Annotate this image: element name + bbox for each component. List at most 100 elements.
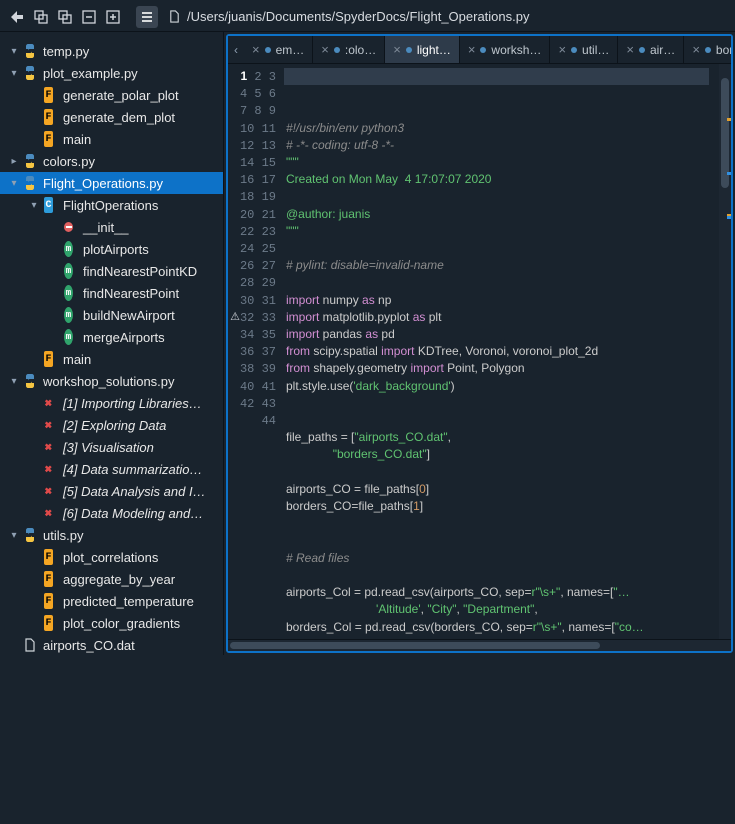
close-icon[interactable]: × — [321, 42, 329, 57]
tab-dot-icon — [264, 46, 272, 54]
hscroll-thumb[interactable] — [230, 642, 600, 649]
collapse-tree-button[interactable] — [78, 6, 100, 28]
init-icon — [62, 219, 78, 235]
tab-dot-icon — [333, 46, 341, 54]
tab[interactable]: ×bor… — [684, 36, 731, 63]
back-button[interactable] — [6, 6, 28, 28]
outline-node[interactable]: ✖[1] Importing Libraries… — [0, 392, 223, 414]
outline-node[interactable]: Fgenerate_dem_plot — [0, 106, 223, 128]
outline-node[interactable]: ▾plot_example.py — [0, 62, 223, 84]
tab[interactable]: × util… — [550, 36, 618, 63]
outline-node[interactable]: mbuildNewAirport — [0, 304, 223, 326]
close-icon[interactable]: × — [393, 42, 401, 57]
outline-node[interactable]: ▾CFlightOperations — [0, 194, 223, 216]
outline-node[interactable]: airports_CO.dat — [0, 634, 223, 655]
dat-icon — [22, 637, 38, 653]
file-path: /Users/juanis/Documents/SpyderDocs/Fligh… — [160, 9, 729, 24]
outline-node[interactable]: ✖[2] Exploring Data — [0, 414, 223, 436]
cell-icon: ✖ — [42, 461, 58, 477]
tab-label: worksh… — [491, 43, 541, 57]
editor-pane: ‹ ×em…×:olo…×light…×worksh…×util…×air…×b… — [226, 34, 733, 653]
outline-node[interactable]: ▸colors.py — [0, 150, 223, 172]
outline-label: temp.py — [43, 44, 89, 59]
meth-icon: m — [62, 241, 78, 257]
outline-node[interactable]: ✖ [4] Data summarizatio… — [0, 458, 223, 480]
options-menu-button[interactable] — [136, 6, 158, 28]
outline-label: [4] Data summarizatio… — [63, 462, 202, 477]
code-editor[interactable]: #!/usr/bin/env python3 # -*- coding: utf… — [284, 64, 719, 639]
file-icon — [168, 10, 181, 23]
cell-icon: ✖ — [42, 505, 58, 521]
outline-node[interactable]: Fmain — [0, 348, 223, 370]
fn-icon: F — [42, 131, 58, 147]
outline-label: [6] Data Modeling and… — [63, 506, 203, 521]
toolbar: /Users/juanis/Documents/SpyderDocs/Fligh… — [0, 0, 735, 32]
meth-icon: m — [62, 329, 78, 345]
outline-label: predicted_temperature — [63, 594, 194, 609]
outline-node[interactable]: ▾workshop_solutions.py — [0, 370, 223, 392]
outline-node[interactable]: ✖[5] Data Analysis and I… — [0, 480, 223, 502]
meth-icon: m — [62, 307, 78, 323]
tab-dot-icon — [638, 46, 646, 54]
outline-label: __init__ — [83, 220, 129, 235]
tab-label: em… — [276, 43, 305, 57]
outline-node[interactable]: m plotAirports — [0, 238, 223, 260]
close-icon[interactable]: × — [558, 42, 566, 57]
outline-label: plot_correlations — [63, 550, 158, 565]
fn-icon: F — [42, 593, 58, 609]
cell-icon: ✖ — [42, 439, 58, 455]
outline-label: plot_example.py — [43, 66, 138, 81]
tabs-scroll-left[interactable]: ‹ — [228, 43, 244, 57]
py-icon — [22, 373, 38, 389]
tab-label: util… — [582, 43, 609, 57]
outline-node[interactable]: ▾Flight_Operations.py — [0, 172, 223, 194]
outline-label: utils.py — [43, 528, 83, 543]
outline-label: [1] Importing Libraries… — [63, 396, 202, 411]
outline-node[interactable]: Fgenerate_polar_plot — [0, 84, 223, 106]
outline-node[interactable]: ▾temp.py — [0, 40, 223, 62]
outline-node[interactable]: Fpredicted_temperature — [0, 590, 223, 612]
outline-node[interactable]: ▾utils.py — [0, 524, 223, 546]
py-icon — [22, 153, 38, 169]
outline-label: findNearestPointKD — [83, 264, 197, 279]
outline-node[interactable]: m findNearestPointKD — [0, 260, 223, 282]
close-icon[interactable]: × — [252, 42, 260, 57]
close-icon[interactable]: × — [692, 42, 700, 57]
outline-label: plotAirports — [83, 242, 149, 257]
gutter-marks: ⚠ — [228, 68, 242, 824]
tab[interactable]: × worksh… — [460, 36, 551, 63]
outline-node[interactable]: ✖[3] Visualisation — [0, 436, 223, 458]
outline-label: Flight_Operations.py — [43, 176, 163, 191]
tab[interactable]: × light… — [385, 36, 460, 63]
outline-label: generate_dem_plot — [63, 110, 175, 125]
outline-node[interactable]: Fplot_color_gradients — [0, 612, 223, 634]
tab-dot-icon — [405, 46, 413, 54]
outline-node[interactable]: __init__ — [0, 216, 223, 238]
outline-node[interactable]: mfindNearestPoint — [0, 282, 223, 304]
vertical-scrollbar[interactable] — [719, 64, 731, 639]
outline-tree[interactable]: ▾temp.py▾plot_example.pyFgenerate_polar_… — [0, 32, 224, 655]
fn-icon: F — [42, 87, 58, 103]
outline-label: mergeAirports — [83, 330, 165, 345]
outline-node[interactable]: m mergeAirports — [0, 326, 223, 348]
horizontal-scrollbar[interactable] — [228, 639, 731, 651]
outline-node[interactable]: Fmain — [0, 128, 223, 150]
cell-icon: ✖ — [42, 483, 58, 499]
close-icon[interactable]: × — [626, 42, 634, 57]
outline-node[interactable]: Fplot_correlations — [0, 546, 223, 568]
meth-icon: m — [62, 263, 78, 279]
tab-label: air… — [650, 43, 675, 57]
close-icon[interactable]: × — [468, 42, 476, 57]
tab-label: light… — [417, 43, 451, 57]
tab[interactable]: × air… — [618, 36, 684, 63]
outline-node[interactable]: Faggregate_by_year — [0, 568, 223, 590]
outline-node[interactable]: ✖ [6] Data Modeling and… — [0, 502, 223, 524]
expand-tree-button[interactable] — [102, 6, 124, 28]
tab[interactable]: × em… — [244, 36, 313, 63]
tab[interactable]: ×:olo… — [313, 36, 385, 63]
outline-label: airports_CO.dat — [43, 638, 135, 653]
copy-stack-icon-a[interactable] — [30, 6, 52, 28]
tab-dot-icon — [570, 46, 578, 54]
cell-icon: ✖ — [42, 417, 58, 433]
copy-stack-icon-b[interactable] — [54, 6, 76, 28]
